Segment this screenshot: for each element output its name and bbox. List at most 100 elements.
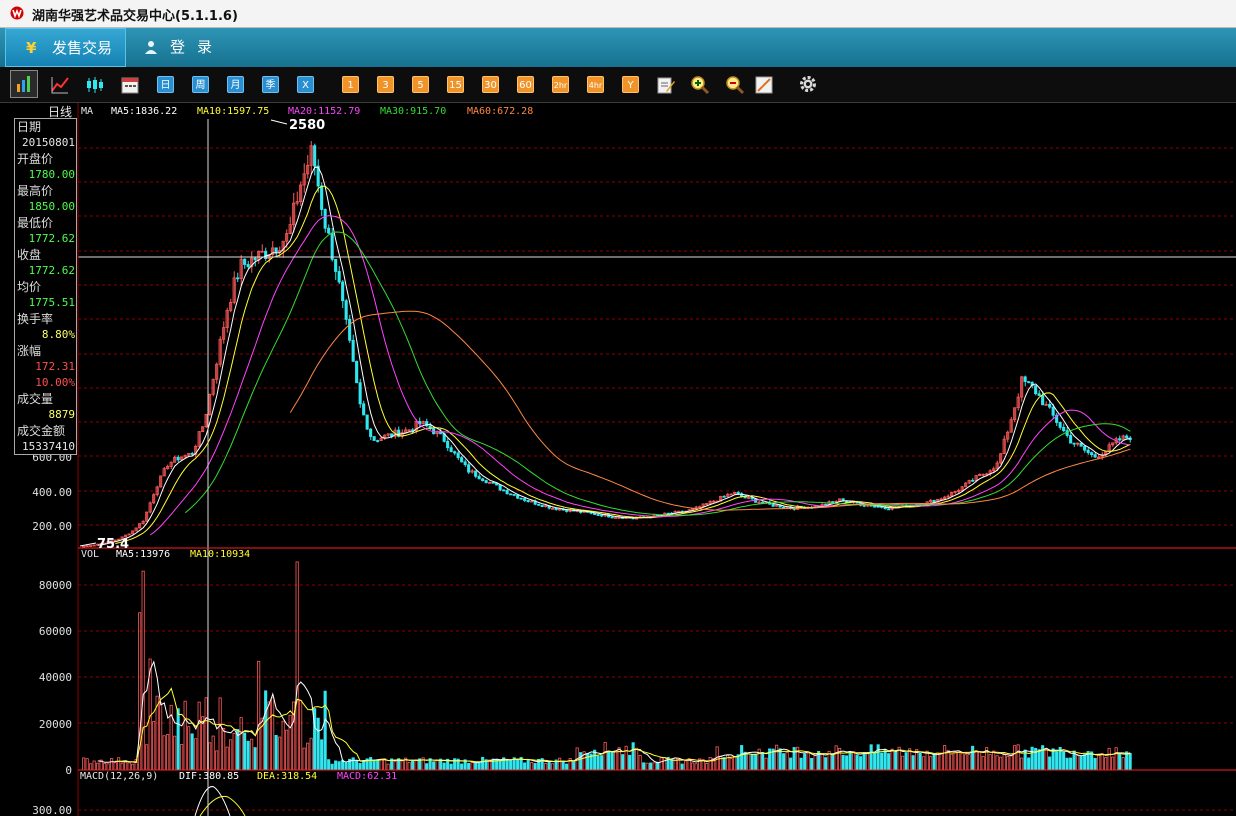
volume-bar bbox=[936, 752, 940, 771]
volume-bar bbox=[1065, 757, 1069, 771]
candle-body bbox=[1051, 406, 1055, 416]
volume-bar bbox=[761, 751, 765, 771]
volume-bar bbox=[141, 570, 145, 771]
volume-bar bbox=[638, 754, 642, 771]
volume-bar bbox=[911, 755, 915, 771]
volume-bar bbox=[925, 750, 929, 771]
volume-bar bbox=[239, 717, 243, 771]
volume-bar bbox=[449, 763, 453, 771]
volume-bar bbox=[610, 752, 614, 771]
volume-bar bbox=[229, 739, 233, 771]
candle-body bbox=[614, 517, 618, 519]
period-month-button[interactable]: 月 bbox=[227, 76, 244, 93]
volume-bar bbox=[1090, 751, 1094, 771]
volume-bar bbox=[1002, 753, 1006, 771]
volume-bar bbox=[362, 760, 366, 771]
volume-bar bbox=[232, 733, 236, 771]
volume-bar bbox=[887, 753, 891, 771]
volume-bar bbox=[649, 762, 653, 771]
minute-30-button[interactable]: 30 bbox=[482, 76, 499, 93]
hour-2-button[interactable]: 2hr bbox=[552, 76, 569, 93]
app-logo-icon bbox=[10, 6, 24, 20]
vol-tick-0: 0 bbox=[65, 764, 72, 777]
volume-bar bbox=[498, 759, 502, 771]
tab-sale-trade[interactable]: ¥ 发售交易 bbox=[5, 28, 126, 67]
volume-bar bbox=[110, 758, 114, 771]
volume-bar bbox=[733, 755, 737, 771]
volume-bar bbox=[785, 751, 789, 771]
candle-body bbox=[449, 447, 453, 453]
bar-chart-button[interactable] bbox=[10, 70, 38, 98]
candle-body bbox=[1023, 376, 1027, 382]
minute-1-button[interactable]: 1 bbox=[342, 76, 359, 93]
info-value: 10.00% bbox=[35, 376, 75, 389]
volume-bar bbox=[183, 700, 187, 771]
line-chart-icon[interactable] bbox=[50, 75, 70, 95]
info-value: 1850.00 bbox=[28, 200, 75, 213]
volume-bar bbox=[631, 742, 635, 771]
volume-bar bbox=[558, 757, 562, 771]
zoom-out-icon[interactable] bbox=[725, 75, 745, 95]
candle-body bbox=[887, 508, 891, 511]
candle-body bbox=[330, 232, 334, 260]
volume-bar bbox=[127, 762, 131, 771]
yen-icon: ¥ bbox=[26, 39, 37, 57]
minute-3-button[interactable]: 3 bbox=[377, 76, 394, 93]
minute-5-button[interactable]: 5 bbox=[412, 76, 429, 93]
info-label: 成交金额 bbox=[17, 424, 66, 438]
period-day-button[interactable]: 日 bbox=[157, 76, 174, 93]
volume-bar bbox=[376, 760, 380, 771]
tab-login[interactable]: 登录 bbox=[126, 28, 236, 67]
candle-body bbox=[771, 503, 775, 507]
volume-bar bbox=[152, 721, 156, 771]
candle-body bbox=[540, 504, 544, 508]
period-quarter-button[interactable]: 季 bbox=[262, 76, 279, 93]
volume-bar bbox=[869, 744, 873, 771]
volume-bar bbox=[432, 761, 436, 771]
volume-bar bbox=[526, 759, 530, 771]
calendar-icon[interactable] bbox=[120, 75, 140, 95]
volume-bar bbox=[509, 759, 513, 771]
volume-bar bbox=[901, 755, 905, 771]
volume-bar bbox=[988, 754, 992, 771]
volume-bar bbox=[89, 763, 93, 771]
volume-bar bbox=[890, 748, 894, 771]
volume-bar bbox=[978, 751, 982, 771]
volume-bar bbox=[1118, 753, 1122, 771]
volume-bar bbox=[1107, 747, 1111, 771]
period-x-button[interactable]: X bbox=[297, 76, 314, 93]
minute-15-button[interactable]: 15 bbox=[447, 76, 464, 93]
volume-bar bbox=[551, 763, 555, 771]
volume-bar bbox=[750, 753, 754, 771]
candlestick-icon[interactable] bbox=[85, 75, 105, 95]
edit-icon[interactable] bbox=[656, 75, 676, 95]
candle-body bbox=[502, 489, 506, 492]
volume-bar bbox=[806, 752, 810, 771]
info-label: 最低价 bbox=[17, 216, 54, 230]
volume-bar bbox=[645, 762, 649, 771]
volume-bar bbox=[194, 738, 198, 771]
zoom-in-icon[interactable] bbox=[690, 75, 710, 95]
minute-60-button[interactable]: 60 bbox=[517, 76, 534, 93]
volume-bar bbox=[946, 749, 950, 771]
candle-body bbox=[453, 451, 457, 454]
draw-line-icon[interactable] bbox=[754, 75, 774, 95]
kline-chart[interactable]: 日线 MA MA5:1836.22 MA10:1597.75 MA20:1152… bbox=[0, 103, 1236, 816]
candle-body bbox=[537, 503, 541, 506]
volume-bar bbox=[855, 754, 859, 771]
volume-bar bbox=[747, 753, 751, 771]
hour-4-button[interactable]: 4hr bbox=[587, 76, 604, 93]
volume-bar bbox=[803, 753, 807, 771]
volume-bar bbox=[117, 757, 121, 771]
candle-body bbox=[243, 258, 247, 265]
year-button[interactable]: Y bbox=[622, 76, 639, 93]
gear-icon[interactable] bbox=[798, 74, 818, 94]
volume-bar bbox=[628, 754, 632, 771]
volume-bar bbox=[845, 755, 849, 771]
volume-bar bbox=[253, 747, 257, 771]
volume-bar bbox=[722, 757, 726, 771]
period-week-button[interactable]: 周 bbox=[192, 76, 209, 93]
volume-bar bbox=[180, 744, 184, 771]
volume-bar bbox=[607, 750, 611, 771]
volume-bar bbox=[176, 708, 180, 771]
